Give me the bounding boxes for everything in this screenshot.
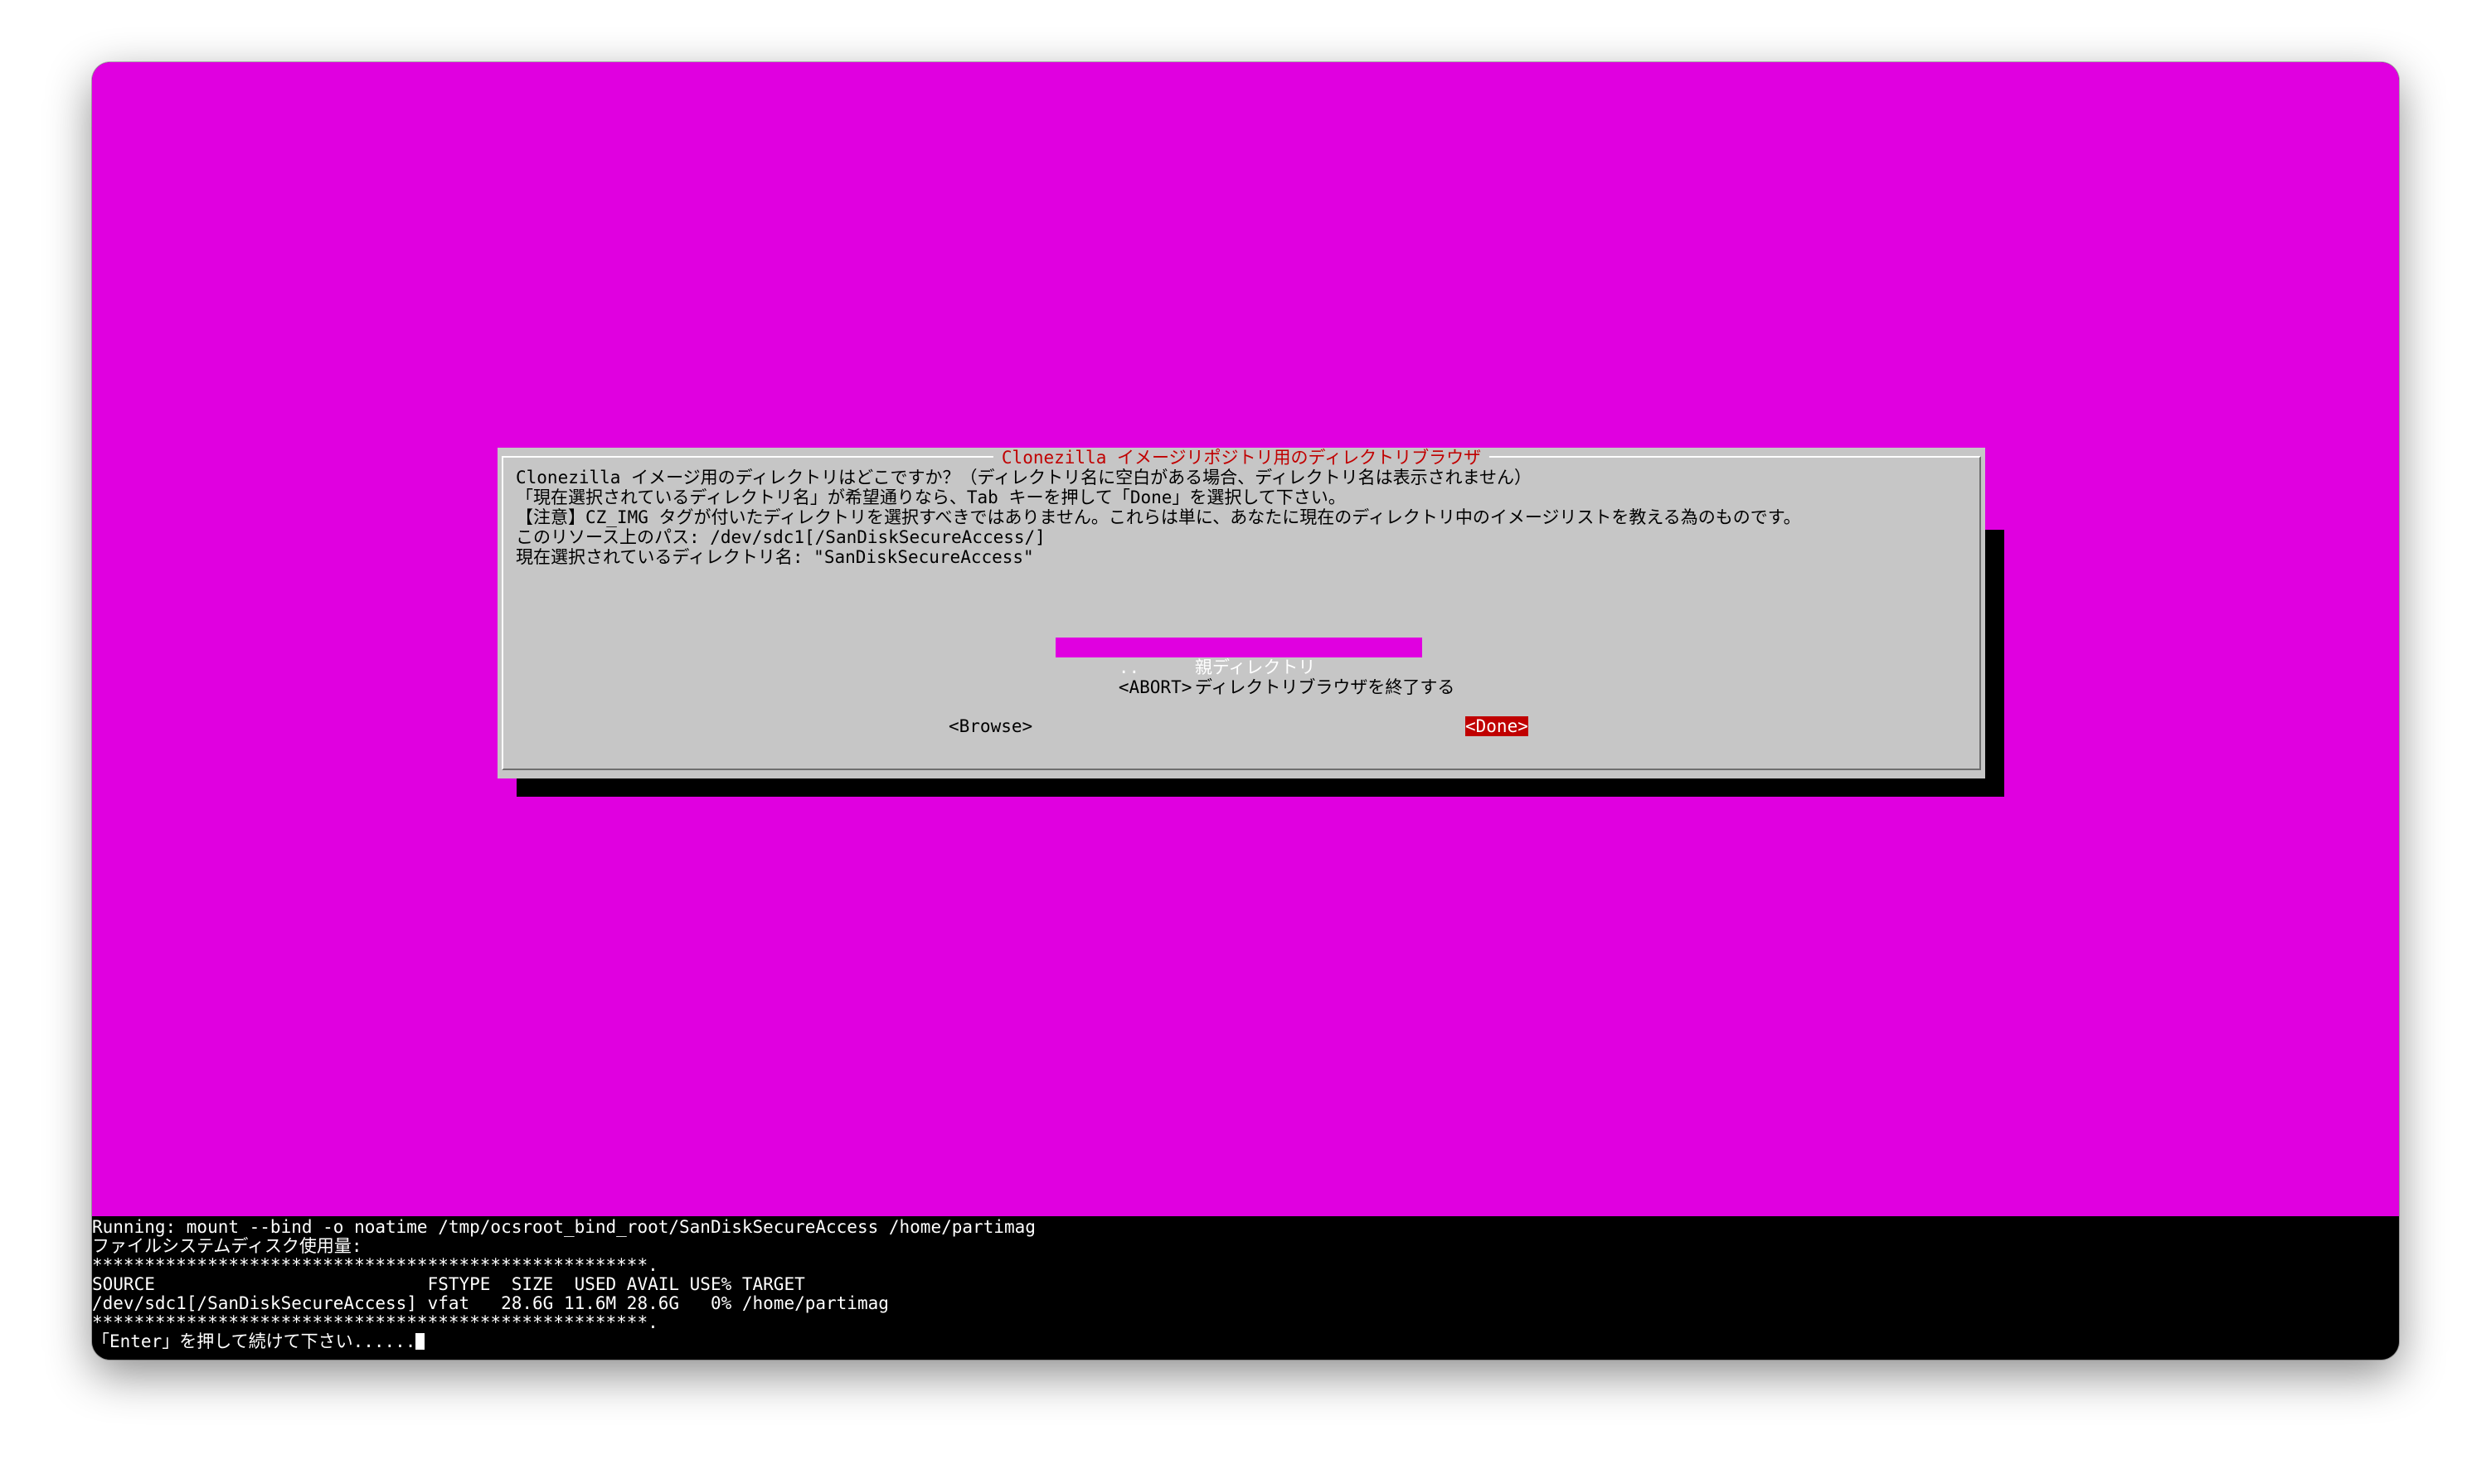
terminal-output: Running: mount --bind -o noatime /tmp/oc… — [92, 1216, 2399, 1360]
terminal-line: ****************************************… — [92, 1255, 658, 1275]
directory-browser-dialog: Clonezilla イメージリポジトリ用のディレクトリブラウザ Clonezi… — [498, 448, 1985, 778]
menu-item-parent-directory[interactable]: .. 親ディレクトリ — [1056, 638, 1422, 677]
terminal-line: Running: mount --bind -o noatime /tmp/oc… — [92, 1217, 1036, 1237]
terminal-line: ****************************************… — [92, 1312, 658, 1332]
dialog-title: Clonezilla イメージリポジトリ用のディレクトリブラウザ — [993, 448, 1490, 468]
dialog-message-line: 【注意】CZ_IMG タグが付いたディレクトリを選択すべきではありません。これら… — [516, 507, 1801, 527]
menu-item-tag: <ABORT> — [1118, 677, 1192, 697]
dialog-message-line: 現在選択されているディレクトリ名: "SanDiskSecureAccess" — [516, 547, 1034, 567]
browse-button[interactable]: <Browse> — [949, 716, 1032, 736]
dialog-message-line: このリソース上のパス: /dev/sdc1[/SanDiskSecureAcce… — [516, 527, 1046, 547]
dialog-screen: Clonezilla イメージリポジトリ用のディレクトリブラウザ Clonezi… — [92, 62, 2399, 1216]
done-button[interactable]: <Done> — [1465, 716, 1528, 736]
menu-item-abort[interactable]: <ABORT> ディレクトリブラウザを終了する — [1056, 657, 1455, 697]
dialog-message-line: Clonezilla イメージ用のディレクトリはどこですか？（ディレクトリ名に空… — [516, 468, 1532, 487]
dialog-message-line: 「現在選択されているディレクトリ名」が希望通りなら、Tab キーを押して「Don… — [516, 487, 1346, 507]
terminal-line: /dev/sdc1[/SanDiskSecureAccess] vfat 28.… — [92, 1293, 889, 1313]
terminal-window: Clonezilla イメージリポジトリ用のディレクトリブラウザ Clonezi… — [92, 62, 2399, 1360]
terminal-prompt-line[interactable]: 「Enter」を押して続けて下さい...... — [92, 1332, 425, 1351]
terminal-line: ファイルシステムディスク使用量: — [92, 1236, 362, 1256]
text-cursor — [415, 1333, 425, 1350]
menu-item-label: ディレクトリブラウザを終了する — [1194, 677, 1455, 697]
terminal-line: SOURCE FSTYPE SIZE USED AVAIL USE% TARGE… — [92, 1274, 805, 1294]
enter-prompt: 「Enter」を押して続けて下さい...... — [92, 1331, 416, 1351]
